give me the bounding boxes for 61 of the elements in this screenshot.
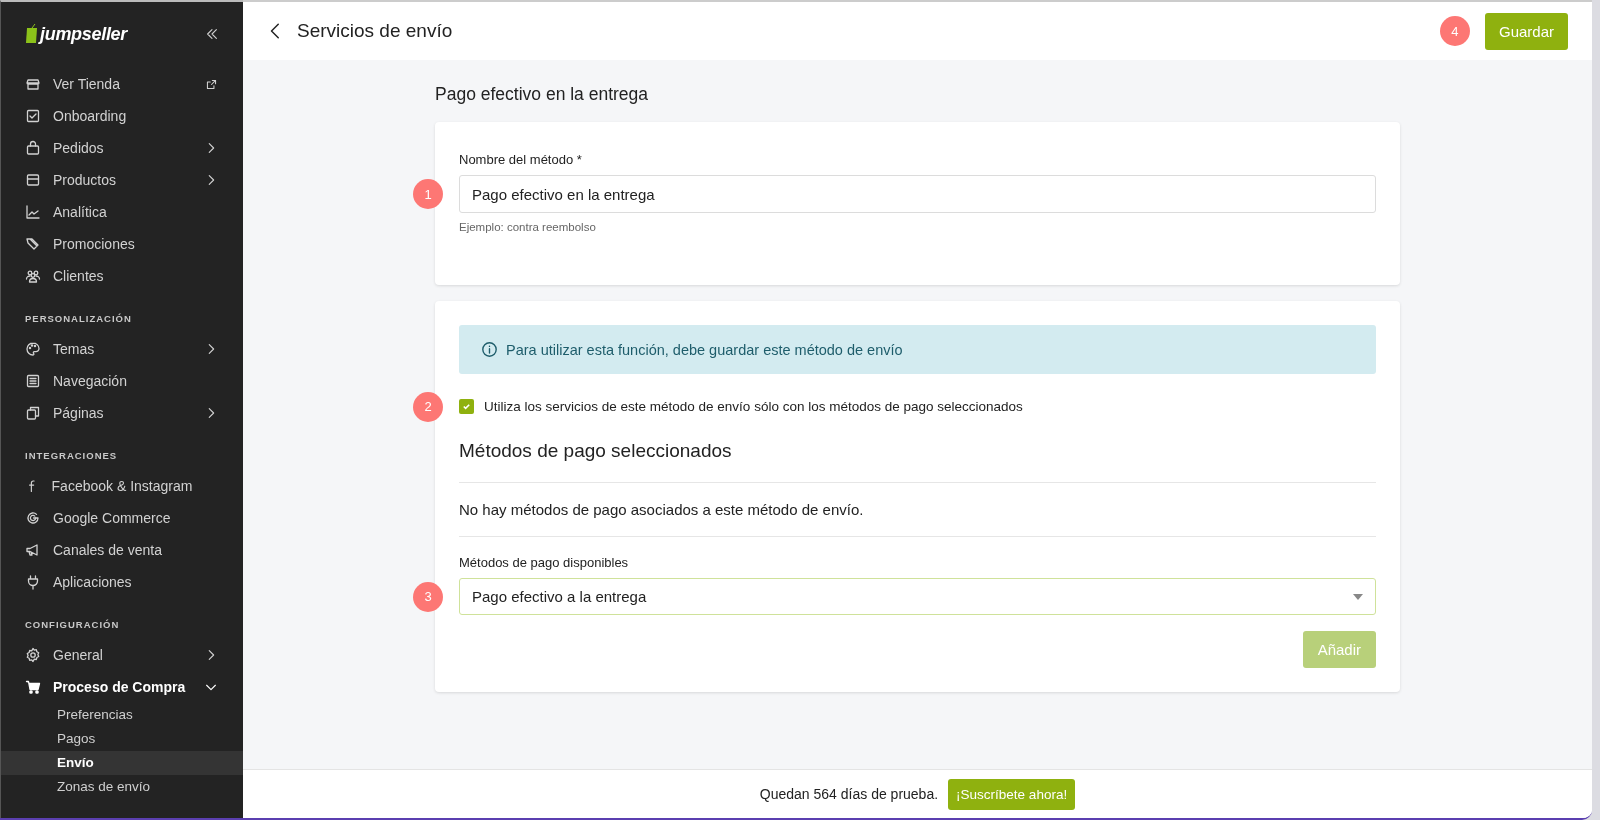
annotation-marker: 2 [413, 391, 443, 422]
method-name-field[interactable]: Pago efectivo en la entrega [459, 175, 1376, 213]
sidebar-subitem[interactable]: Pagos [1, 727, 243, 751]
sidebar-item[interactable]: General [1, 639, 243, 671]
sidebar-item[interactable]: Proceso de Compra [1, 671, 243, 703]
sidebar-item[interactable]: Aplicaciones [1, 566, 243, 598]
section-heading: INTEGRACIONES [24, 449, 119, 463]
sidebar-item[interactable]: Google Commerce [1, 502, 243, 534]
sidebar-item[interactable]: Onboarding [1, 100, 243, 132]
sidebar-subitem[interactable]: Envío [1, 751, 243, 775]
field-label: Métodos de pago disponibles [459, 555, 630, 570]
sidebar-item[interactable]: Temas [1, 333, 243, 365]
cart-icon [25, 679, 41, 695]
line-chart-icon [25, 204, 41, 220]
users-icon [25, 268, 41, 284]
section-heading: PERSONALIZACIÓN [24, 312, 133, 326]
sidebar-item[interactable]: Canales de venta [1, 534, 243, 566]
help-text: Ejemplo: contra reembolso [459, 221, 597, 233]
settings-icon [25, 647, 41, 663]
sidebar-subitem[interactable]: Preferencias [1, 703, 243, 727]
caret-down-icon [1353, 593, 1363, 600]
palette-icon [25, 341, 41, 357]
checkmark-icon [462, 402, 471, 411]
sidebar-item[interactable]: Ver Tienda [1, 68, 243, 100]
page-title: Servicios de envío [297, 20, 453, 42]
sidebar-item[interactable]: Páginas [1, 397, 243, 429]
empty-state-text: No hay métodos de pago asociados a este método de envío. [459, 501, 865, 518]
pages-icon [25, 405, 41, 421]
sidebar-item[interactable]: Promociones [1, 228, 243, 260]
tag-icon [25, 236, 41, 252]
sidebar-item[interactable]: Navegación [1, 365, 243, 397]
checkbox[interactable] [459, 399, 474, 414]
section-heading: CONFIGURACIÓN [24, 618, 121, 632]
sidebar-item[interactable]: Analítica [1, 196, 243, 228]
sidebar-item[interactable]: Clientes [1, 260, 243, 292]
annotation-marker: 1 [413, 179, 443, 209]
trial-text: Quedan 564 días de prueba. [759, 786, 939, 802]
sidebar-subitem[interactable]: Zonas de envío [1, 775, 243, 799]
sidebar-item[interactable]: Pedidos [1, 132, 243, 164]
megaphone-icon [25, 542, 41, 558]
annotation-marker: 4 [1439, 16, 1470, 46]
annotation-marker: 3 [413, 581, 443, 612]
section-title: Pago efectivo en la entrega [435, 84, 650, 106]
field-label: Nombre del método * [459, 152, 583, 167]
letter-g-icon [25, 510, 41, 526]
collapse-sidebar-icon[interactable] [205, 27, 219, 41]
plug-icon [25, 574, 41, 590]
box-icon [25, 172, 41, 188]
sidebar-item[interactable]: Facebook & Instagram [1, 470, 243, 502]
alert-text: Para utilizar esta función, debe guardar este método de envío [506, 341, 903, 358]
shopping-bag-icon [25, 140, 41, 156]
checkbox-icon [25, 108, 41, 124]
checkbox-label: Utiliza los servicios de este método de envío sólo con los métodos de pago seleccionados [484, 399, 1023, 414]
section-heading: Métodos de pago seleccionados [459, 440, 733, 463]
sidebar-item[interactable]: Productos [1, 164, 243, 196]
list-icon [25, 373, 41, 389]
info-icon [481, 341, 498, 358]
external-link-icon [204, 77, 218, 91]
store-icon [25, 76, 41, 92]
payment-method-select[interactable]: Pago efectivo a la entrega [459, 578, 1376, 615]
jumpseller-logo[interactable]: jumpseller [25, 23, 128, 45]
